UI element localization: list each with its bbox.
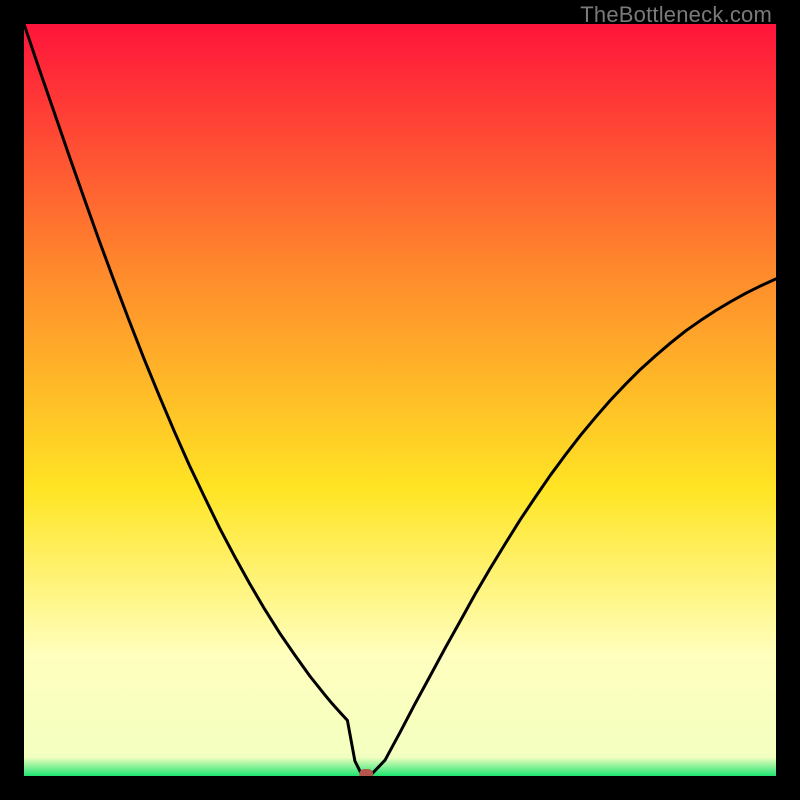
watermark-text: TheBottleneck.com bbox=[580, 2, 772, 28]
optimal-point-marker bbox=[359, 769, 373, 776]
chart-svg bbox=[24, 24, 776, 776]
chart-frame bbox=[24, 24, 776, 776]
gradient-background bbox=[24, 24, 776, 776]
